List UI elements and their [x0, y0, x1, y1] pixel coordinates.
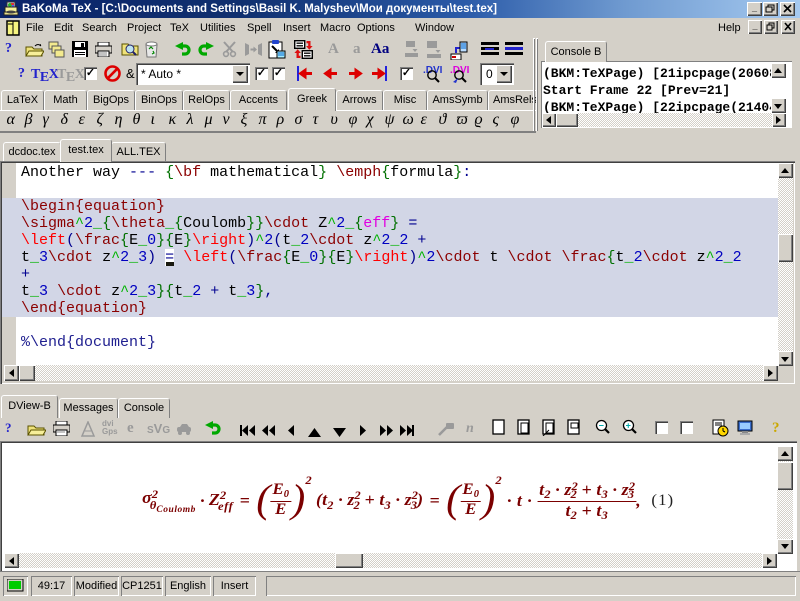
svg-text:−: − — [599, 421, 604, 431]
svg-text:+: + — [626, 421, 631, 431]
